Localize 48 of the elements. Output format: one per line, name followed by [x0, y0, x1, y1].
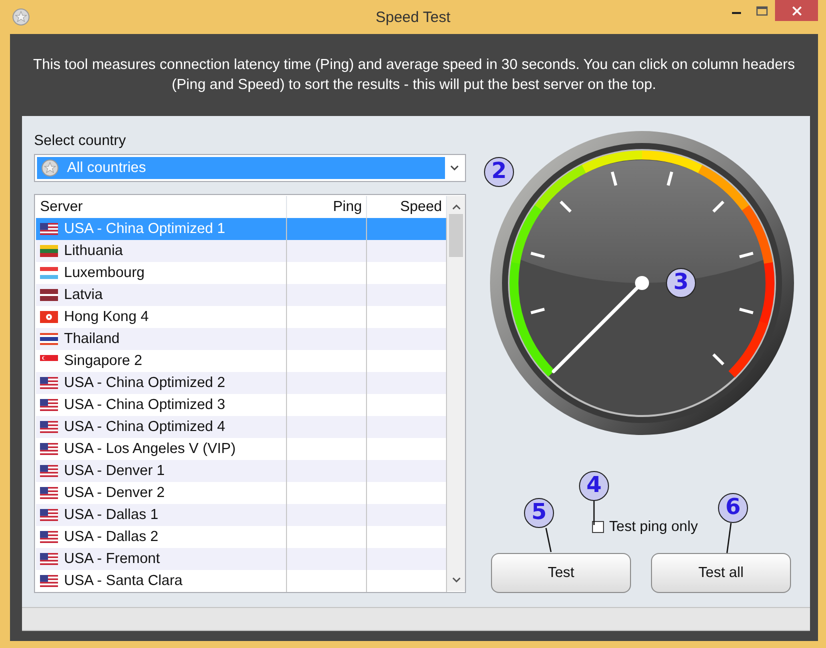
- test-all-button[interactable]: Test all: [651, 553, 791, 593]
- callout-badge: 4: [579, 471, 609, 501]
- server-row[interactable]: USA - China Optimized 4: [36, 416, 447, 438]
- flag-icon: [40, 487, 58, 499]
- flag-icon: [40, 333, 58, 345]
- chevron-down-icon: [450, 165, 458, 171]
- leader-line: [593, 501, 595, 525]
- flag-icon: [40, 311, 58, 323]
- checkbox[interactable]: [592, 521, 604, 533]
- flag-icon: [40, 575, 58, 587]
- callout-badge: 6: [718, 493, 748, 523]
- flag-icon: [40, 267, 58, 279]
- flag-icon: [40, 223, 58, 235]
- flag-icon: [40, 377, 58, 389]
- leader-line: [545, 528, 552, 552]
- close-icon: [792, 6, 802, 16]
- flag-icon: [40, 245, 58, 257]
- flag-icon: [40, 531, 58, 543]
- test-button[interactable]: Test: [491, 553, 631, 593]
- window-title: Speed Test: [376, 8, 450, 26]
- flag-icon: [40, 443, 58, 455]
- flag-icon: [40, 399, 58, 411]
- server-row[interactable]: USA - China Optimized 2: [36, 372, 447, 394]
- close-button[interactable]: [775, 0, 818, 21]
- callout-badge: 2: [484, 157, 514, 187]
- description-text: This tool measures connection latency time (Ping) and average speed in 30 seconds. You can click on column headers (Ping and Speed) to sort the results - this will put the best server on the top.: [32, 56, 796, 95]
- server-row[interactable]: USA - Santa Clara: [36, 570, 447, 592]
- scrollbar[interactable]: [447, 196, 465, 591]
- flag-icon: [40, 509, 58, 521]
- server-row[interactable]: Thailand: [36, 328, 447, 350]
- chevron-up-icon[interactable]: [452, 204, 460, 210]
- app-icon: [12, 8, 30, 26]
- flag-icon: [40, 553, 58, 565]
- leader-line: [726, 522, 732, 554]
- server-row[interactable]: USA - Fremont: [36, 548, 447, 570]
- server-row[interactable]: Lithuania: [36, 240, 447, 262]
- flag-icon: [40, 289, 58, 301]
- callout-badge: 5: [524, 498, 554, 528]
- chevron-down-icon[interactable]: [452, 577, 460, 583]
- flag-icon: [40, 465, 58, 477]
- server-row[interactable]: Latvia: [36, 284, 447, 306]
- checkbox-label[interactable]: Test ping only: [609, 519, 698, 535]
- flag-icon: [40, 421, 58, 433]
- server-row[interactable]: USA - Dallas 1: [36, 504, 447, 526]
- scrollbar-thumb[interactable]: [449, 214, 463, 257]
- server-row[interactable]: USA - Denver 1: [36, 460, 447, 482]
- field-label: Select country: [34, 132, 127, 150]
- maximize-icon: [756, 6, 768, 16]
